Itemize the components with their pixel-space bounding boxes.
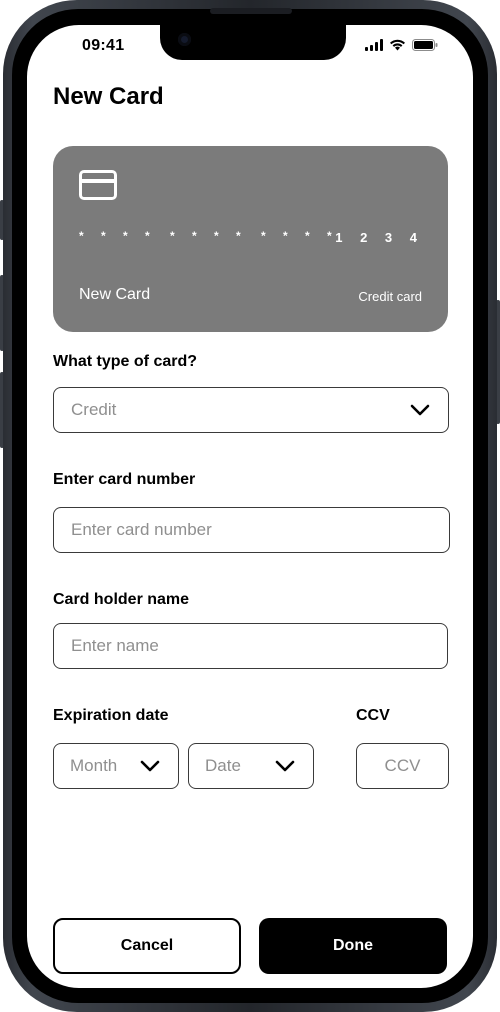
status-icons [365,39,438,51]
expiration-date-selected: Date [205,756,241,775]
ccv-label: CCV [356,707,390,724]
signal-icon [365,39,383,51]
ccv-field [356,743,449,789]
battery-icon [412,39,438,51]
ccv-input[interactable] [367,756,438,776]
card-masked-group-3: * * * * [261,229,339,243]
card-number-label: Enter card number [53,471,196,488]
phone-screen: 09:41 New Card * * * * * * * * * * * * 1 [27,25,473,988]
card-masked-group-1: * * * * [79,229,157,243]
card-holder-name: New Card [79,286,151,303]
done-button[interactable]: Done [259,918,447,974]
card-type-label: What type of card? [53,353,198,370]
card-preview: * * * * * * * * * * * * 1 2 3 4 New Card… [53,146,448,332]
page-title: New Card [53,83,164,110]
wifi-icon [390,39,405,51]
card-type-select[interactable]: Credit [53,387,449,433]
chevron-down-icon [275,760,295,772]
card-number-field [53,507,450,553]
card-last-digits: 1 2 3 4 [335,230,424,245]
expiration-month-selected: Month [70,756,118,775]
card-number-input[interactable] [71,520,431,540]
status-time: 09:41 [82,37,125,54]
card-masked-group-2: * * * * [170,229,248,243]
front-camera [178,33,191,46]
expiration-month-select[interactable]: Month [53,743,179,789]
card-holder-label: Card holder name [53,591,190,608]
chevron-down-icon [410,404,430,416]
card-holder-field [53,623,448,669]
chevron-down-icon [140,760,160,772]
cancel-button[interactable]: Cancel [53,918,241,974]
expiration-date-label: Expiration date [53,707,169,724]
card-type-selected: Credit [71,400,117,419]
card-holder-input[interactable] [71,636,429,656]
speaker-grille [210,8,292,14]
card-type-label: Credit card [358,289,422,304]
expiration-date-select[interactable]: Date [188,743,314,789]
credit-card-icon [79,170,117,200]
